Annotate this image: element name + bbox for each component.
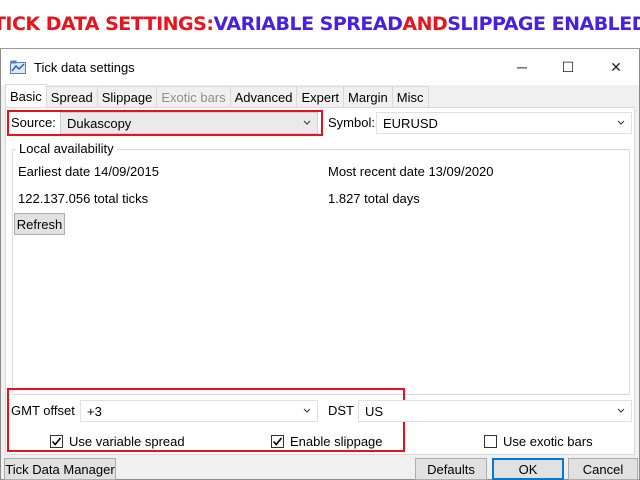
tab-margin[interactable]: Margin: [343, 86, 393, 107]
exotic-bars-label: Use exotic bars: [503, 434, 593, 449]
source-label: Source:: [11, 115, 56, 130]
chevron-down-icon: [303, 408, 311, 413]
enable-slippage-checkbox[interactable]: Enable slippage: [271, 434, 383, 449]
tab-strip: Basic Spread Slippage Exotic bars Advanc…: [5, 84, 429, 107]
total-days: 1.827 total days: [328, 191, 420, 206]
banner-headline: TICK DATA SETTINGS: VARIABLE SPREAD AND …: [0, 0, 640, 48]
tick-data-settings-window: Tick data settings ─ ☐ ✕ Basic Spread Sl…: [0, 48, 640, 480]
dst-value: US: [365, 403, 384, 419]
maximize-button[interactable]: ☐: [545, 49, 591, 85]
local-availability-group: [12, 149, 630, 395]
close-button[interactable]: ✕: [593, 49, 639, 85]
tab-advanced[interactable]: Advanced: [229, 86, 298, 107]
close-icon: ✕: [610, 58, 622, 75]
minimize-icon: ─: [517, 59, 527, 75]
exotic-bars-checkbox[interactable]: Use exotic bars: [484, 434, 593, 449]
exotic-bars-box[interactable]: [484, 435, 497, 448]
maximize-icon: ☐: [561, 58, 575, 75]
most-recent-date: Most recent date 13/09/2020: [328, 164, 494, 179]
source-value: Dukascopy: [67, 115, 132, 131]
symbol-label: Symbol:: [328, 115, 375, 130]
enable-slippage-box[interactable]: [271, 435, 284, 448]
banner-part4: SLIPPAGE ENABLED: [447, 13, 640, 35]
refresh-button[interactable]: Refresh: [14, 213, 65, 235]
tab-exotic-bars: Exotic bars: [156, 86, 231, 107]
checkmark-icon: [272, 437, 283, 446]
local-availability-title: Local availability: [16, 141, 117, 156]
minimize-button[interactable]: ─: [499, 49, 545, 85]
dst-label: DST: [328, 403, 354, 418]
total-ticks: 122.137.056 total ticks: [18, 191, 149, 206]
symbol-value: EURUSD: [383, 115, 438, 131]
checkmark-icon: [51, 437, 62, 446]
tab-expert[interactable]: Expert: [296, 86, 345, 107]
tab-misc[interactable]: Misc: [391, 86, 429, 107]
banner-part3: AND: [402, 13, 448, 35]
gmt-offset-label: GMT offset: [11, 403, 75, 418]
source-select[interactable]: Dukascopy: [60, 112, 318, 134]
chevron-down-icon: [617, 408, 625, 413]
ok-button[interactable]: OK: [492, 458, 564, 480]
defaults-button[interactable]: Defaults: [415, 458, 487, 480]
dst-select[interactable]: US: [358, 400, 632, 422]
chevron-down-icon: [617, 120, 625, 125]
enable-slippage-label: Enable slippage: [290, 434, 383, 449]
earliest-date: Earliest date 14/09/2015: [18, 164, 159, 179]
banner-part1: TICK DATA SETTINGS:: [0, 13, 214, 35]
variable-spread-label: Use variable spread: [69, 434, 185, 449]
tab-slippage[interactable]: Slippage: [96, 86, 158, 107]
title-bar[interactable]: Tick data settings ─ ☐ ✕: [1, 49, 639, 85]
chevron-down-icon: [303, 120, 311, 125]
tick-data-manager-button[interactable]: Tick Data Manager: [4, 458, 116, 480]
chart-app-icon: [10, 60, 26, 74]
banner-part2: VARIABLE SPREAD: [213, 13, 403, 35]
gmt-offset-value: +3: [87, 403, 102, 419]
symbol-select[interactable]: EURUSD: [376, 112, 632, 134]
tab-basic[interactable]: Basic: [5, 84, 47, 107]
tab-spread[interactable]: Spread: [45, 86, 98, 107]
window-title: Tick data settings: [34, 60, 135, 75]
gmt-offset-select[interactable]: +3: [80, 400, 318, 422]
variable-spread-box[interactable]: [50, 435, 63, 448]
cancel-button[interactable]: Cancel: [568, 458, 638, 480]
variable-spread-checkbox[interactable]: Use variable spread: [50, 434, 185, 449]
basic-tab-panel: Source: Dukascopy Symbol: EURUSD Local a…: [5, 107, 635, 455]
